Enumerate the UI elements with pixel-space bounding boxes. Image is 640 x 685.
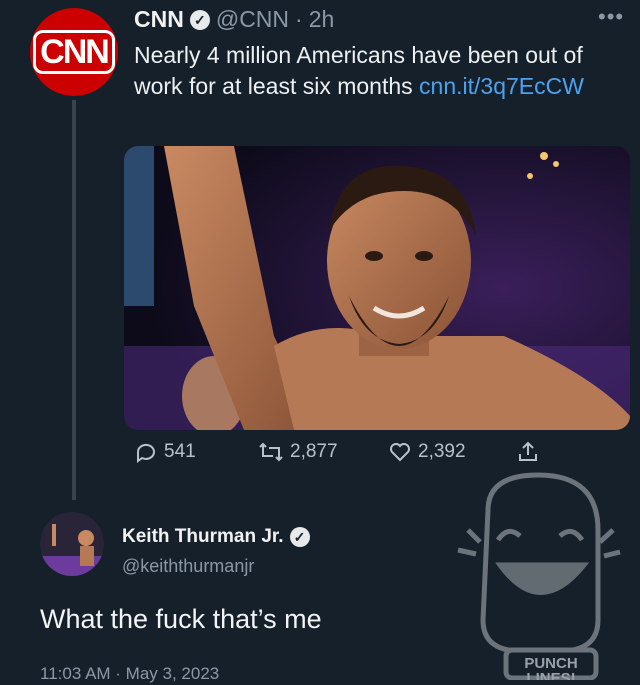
punchlines-watermark-logo: PUNCH LINES! [448, 470, 628, 685]
like-count: 2,392 [418, 441, 466, 462]
tweet-link[interactable]: cnn.it/3q7EcCW [419, 73, 584, 99]
retweet-count: 2,877 [290, 441, 338, 462]
verified-badge-icon: ✓ [189, 9, 210, 30]
author-name[interactable]: CNN [134, 6, 184, 33]
retweet-action[interactable]: 2,877 [258, 440, 338, 464]
tweet-actions: 541 2,877 2,392 [124, 440, 604, 474]
reply-avatar-photo [40, 512, 104, 576]
tweet-text: Nearly 4 million Americans have been out… [134, 40, 614, 102]
author-handle[interactable]: @CNN [216, 6, 289, 33]
reply-timestamp[interactable]: 11:03 AM · May 3, 2023 [40, 664, 219, 684]
tweet-media-photo[interactable] [124, 146, 630, 430]
lines-label: LINES! [526, 670, 575, 680]
laughing-glove-icon: PUNCH LINES! [457, 472, 621, 685]
reply-avatar[interactable] [40, 512, 104, 576]
reply-icon [136, 443, 155, 463]
cnn-logo-text: CNN [33, 30, 115, 74]
share-icon [519, 441, 537, 461]
separator-dot: · [295, 6, 303, 32]
boxer-photo-illustration [124, 146, 630, 430]
cnn-avatar[interactable]: CNN [30, 8, 118, 96]
tweet-age[interactable]: 2h [309, 6, 335, 33]
share-action[interactable] [516, 440, 540, 464]
reply-text: What the fuck that’s me [40, 604, 322, 634]
thread-line [72, 100, 76, 500]
reply-author-name[interactable]: Keith Thurman Jr. [122, 526, 284, 548]
like-action[interactable]: 2,392 [388, 440, 466, 464]
verified-badge-icon: ✓ [289, 527, 310, 547]
reply-count: 541 [164, 441, 196, 462]
reply-name-row: Keith Thurman Jr. ✓ [122, 526, 310, 548]
reply-action[interactable]: 541 [134, 440, 196, 464]
retweet-icon [259, 442, 283, 462]
tweet-header: CNN ✓ @CNN · 2h [134, 6, 334, 33]
heart-icon [390, 443, 410, 462]
reply-author-handle[interactable]: @keiththurmanjr [122, 556, 254, 577]
more-icon[interactable]: ••• [598, 4, 624, 30]
